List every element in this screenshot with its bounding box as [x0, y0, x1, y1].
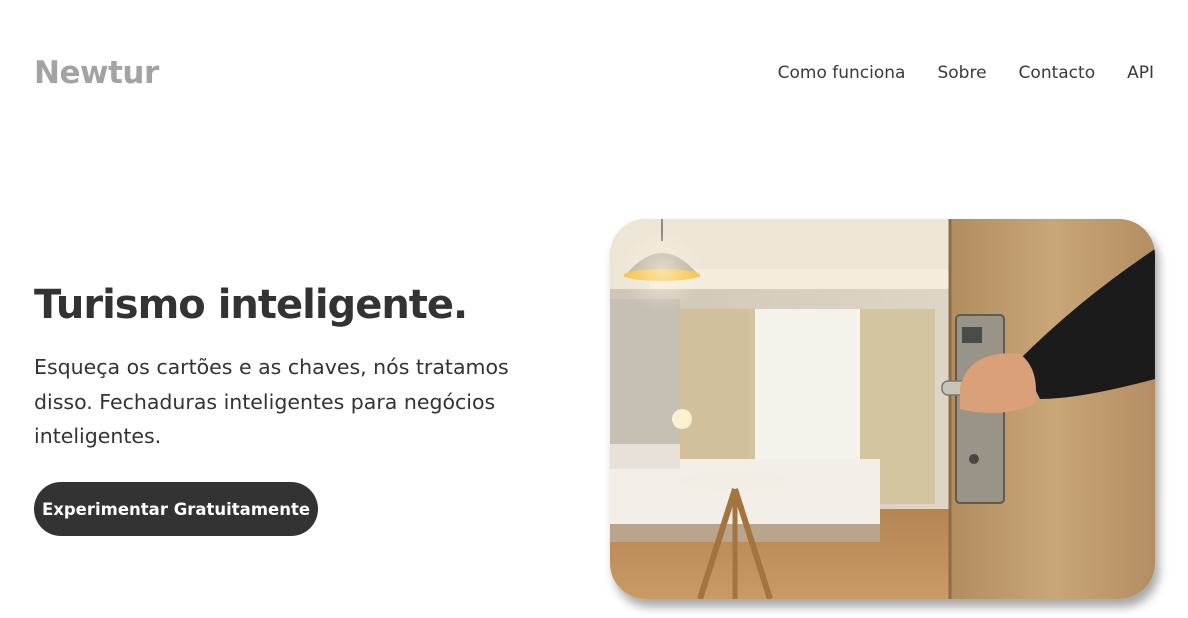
hero-image-hotel-room	[610, 219, 1155, 599]
nav-link-contacto[interactable]: Contacto	[1019, 63, 1096, 83]
brand-logo[interactable]: Newtur	[34, 55, 159, 91]
nav-link-como-funciona[interactable]: Como funciona	[778, 63, 906, 83]
nav-link-sobre[interactable]: Sobre	[937, 63, 986, 83]
hero-description: Esqueça os cartões e as chaves, nós trat…	[34, 355, 509, 448]
try-free-button[interactable]: Experimentar Gratuitamente	[34, 482, 318, 536]
main-nav: Como funciona Sobre Contacto API	[778, 63, 1154, 83]
hero-title: Turismo inteligente.	[34, 282, 468, 328]
nav-link-api[interactable]: API	[1127, 63, 1154, 83]
